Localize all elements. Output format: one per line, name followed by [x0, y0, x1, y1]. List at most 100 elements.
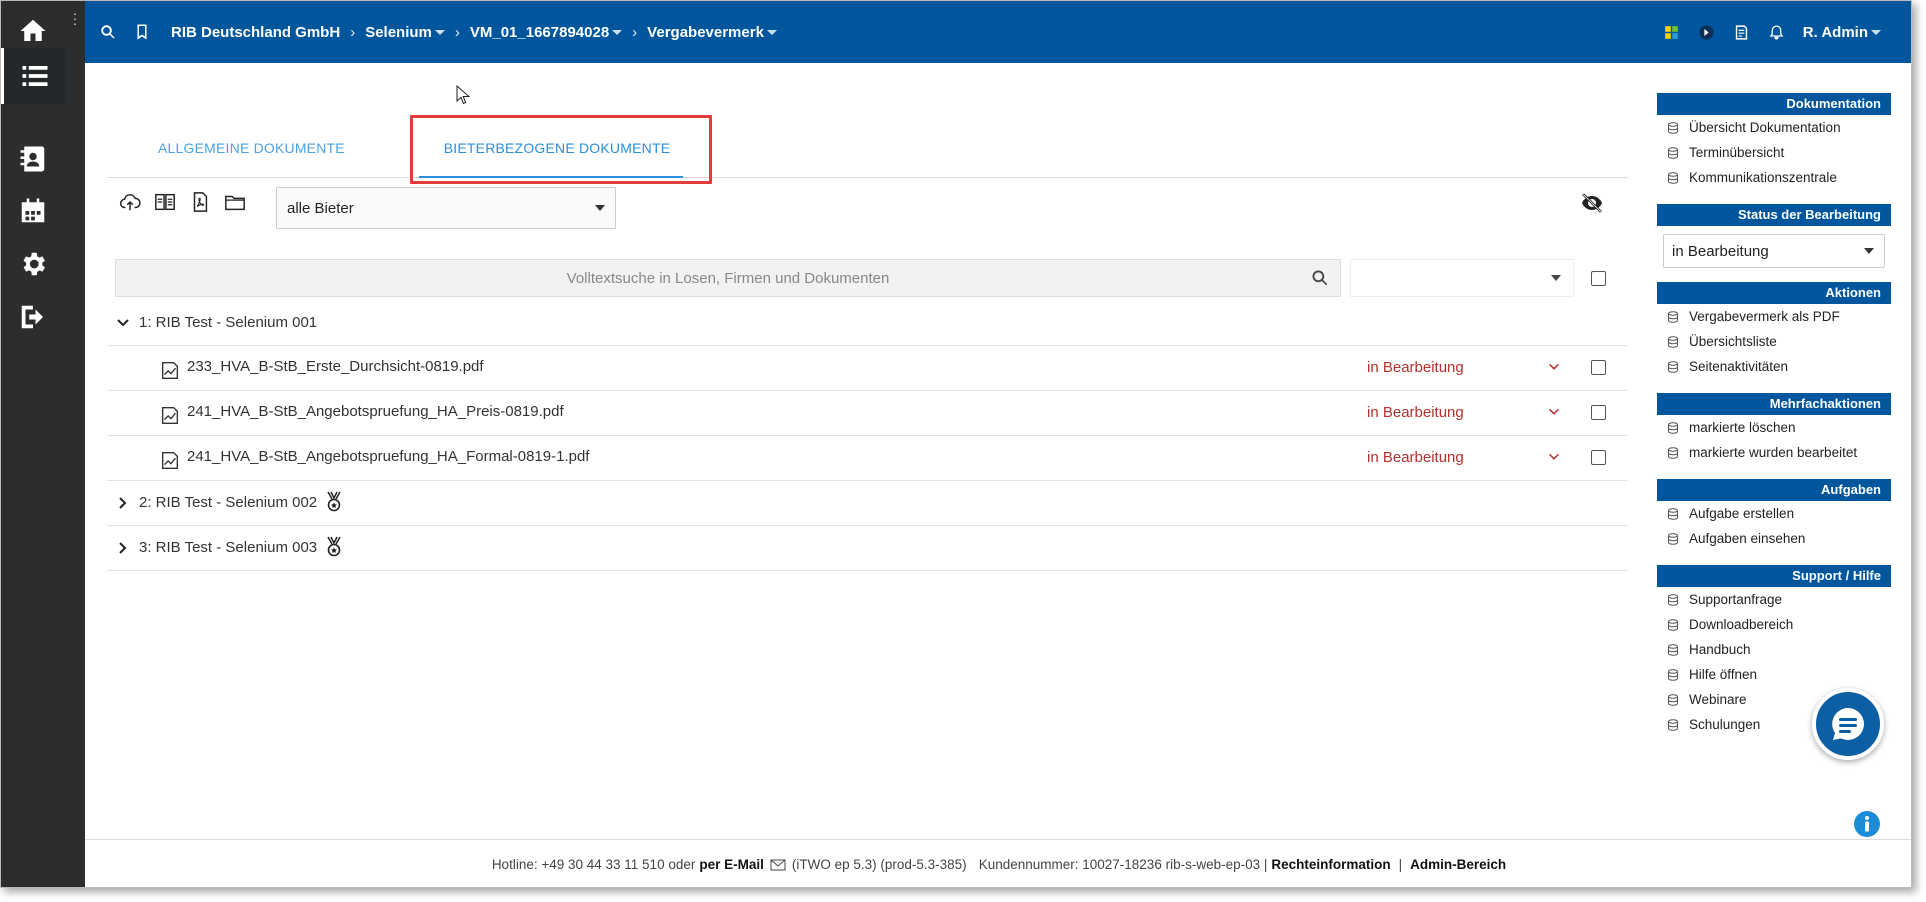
document-name[interactable]: 233_HVA_B-StB_Erste_Durchsicht-0819.pdf: [187, 358, 484, 375]
database-icon: [1668, 693, 1678, 706]
footer-legal-link[interactable]: Rechteinformation: [1271, 857, 1390, 872]
database-icon: [1668, 593, 1678, 606]
sidebar-item-mark-processed[interactable]: markierte wurden bearbeitet: [1657, 440, 1891, 465]
sidebar-item-manual[interactable]: Handbuch: [1657, 637, 1891, 662]
active-tab-indicator: [419, 176, 683, 178]
document-tree: 1: RIB Test - Selenium 001 233_HVA_B-StB…: [107, 301, 1628, 571]
document-status[interactable]: in Bearbeitung: [1367, 359, 1464, 376]
pdf-button[interactable]: [189, 191, 211, 217]
document-chart-icon: [161, 406, 179, 424]
document-status[interactable]: in Bearbeitung: [1367, 404, 1464, 421]
folder-icon: [225, 195, 245, 211]
tab-general-documents[interactable]: ALLGEMEINE DOKUMENTE: [158, 118, 345, 178]
status-filter-select[interactable]: [1350, 259, 1574, 297]
breadcrumb-page[interactable]: Vergabevermerk: [647, 24, 777, 41]
sidebar-item-export-pdf[interactable]: Vergabevermerk als PDF: [1657, 304, 1891, 329]
toggle-visibility-button[interactable]: [1580, 191, 1604, 219]
tab-bidder-label: BIETERBEZOGENE DOKUMENTE: [443, 140, 671, 156]
address-book-icon: [20, 146, 45, 172]
row-checkbox[interactable]: [1591, 360, 1606, 375]
footer-hotline: Hotline: +49 30 44 33 11 510 oder: [491, 857, 696, 872]
database-icon: [1668, 618, 1678, 631]
notes-icon[interactable]: [1733, 24, 1750, 41]
breadcrumb-org[interactable]: RIB Deutschland GmbH: [171, 24, 340, 41]
footer: Hotline: +49 30 44 33 11 510 oder per E-…: [85, 839, 1911, 887]
logout-icon: [21, 305, 43, 329]
chat-bubble-icon: [1832, 708, 1864, 740]
breadcrumb-separator: ›: [350, 23, 356, 41]
caret-down-icon: [1551, 275, 1561, 281]
upload-button[interactable]: [119, 191, 141, 217]
folder-button[interactable]: [224, 191, 246, 217]
processing-status-value: in Bearbeitung: [1672, 242, 1769, 260]
database-icon: [1668, 171, 1678, 184]
sidebar-item-schedule-overview[interactable]: Terminübersicht: [1657, 140, 1891, 165]
group-label: 3: RIB Test - Selenium 003: [139, 539, 318, 556]
breadcrumb-project[interactable]: Selenium: [365, 24, 445, 41]
footer-admin-link[interactable]: Admin-Bereich: [1410, 857, 1506, 872]
database-icon: [1668, 532, 1678, 545]
caret-down-icon: [595, 205, 605, 211]
bookmark-icon[interactable]: [133, 23, 151, 41]
sidebar-item-view-tasks[interactable]: Aufgaben einsehen: [1657, 526, 1891, 551]
document-row[interactable]: 241_HVA_B-StB_Angebotspruefung_HA_Preis-…: [107, 391, 1628, 436]
document-row[interactable]: 241_HVA_B-StB_Angebotspruefung_HA_Formal…: [107, 436, 1628, 481]
sidebar-item-support-request[interactable]: Supportanfrage: [1657, 587, 1891, 612]
settings-nav[interactable]: [1, 234, 65, 294]
info-icon[interactable]: [1853, 810, 1881, 838]
calendar-nav[interactable]: [1, 181, 65, 241]
database-icon: [1668, 121, 1678, 134]
sidebar-item-download-area[interactable]: Downloadbereich: [1657, 612, 1891, 637]
sidebar-item-open-help[interactable]: Hilfe öffnen: [1657, 662, 1891, 687]
row-checkbox[interactable]: [1591, 405, 1606, 420]
award-medal-icon: [327, 491, 341, 512]
group-row[interactable]: 2: RIB Test - Selenium 002: [107, 481, 1628, 526]
eye-off-icon: [1582, 193, 1602, 213]
select-all-checkbox[interactable]: [1591, 271, 1606, 286]
breadcrumb-procedure[interactable]: VM_01_1667894028: [470, 24, 623, 41]
breadcrumb: RIB Deutschland GmbH › Selenium › VM_01_…: [171, 24, 777, 41]
chevron-right-icon[interactable]: [115, 540, 131, 556]
chevron-down-icon[interactable]: [115, 315, 131, 331]
sidebar-item-delete-marked[interactable]: markierte löschen: [1657, 415, 1891, 440]
bell-icon[interactable]: [1768, 24, 1785, 41]
apps-icon[interactable]: [1663, 24, 1680, 41]
document-name[interactable]: 241_HVA_B-StB_Angebotspruefung_HA_Preis-…: [187, 403, 564, 420]
breadcrumb-separator: ›: [454, 23, 460, 41]
chevron-down-icon[interactable]: [1547, 360, 1561, 374]
database-icon: [1668, 643, 1678, 656]
bidder-filter-select[interactable]: alle Bieter: [276, 187, 616, 229]
document-status[interactable]: in Bearbeitung: [1367, 449, 1464, 466]
forward-icon[interactable]: [1698, 24, 1715, 41]
user-menu[interactable]: R. Admin: [1803, 24, 1881, 41]
chevron-down-icon[interactable]: [1547, 405, 1561, 419]
breadcrumb-separator: ›: [632, 23, 638, 41]
compare-button[interactable]: [154, 191, 176, 217]
tab-bidder-documents[interactable]: BIETERBEZOGENE DOKUMENTE: [415, 118, 699, 178]
document-chart-icon: [161, 361, 179, 379]
group-row[interactable]: 1: RIB Test - Selenium 001: [107, 301, 1628, 346]
chevron-right-icon[interactable]: [115, 495, 131, 511]
search-icon[interactable]: [99, 23, 117, 41]
logout-nav[interactable]: [1, 287, 65, 347]
row-checkbox[interactable]: [1591, 450, 1606, 465]
sidebar-item-overview-list[interactable]: Übersichtsliste: [1657, 329, 1891, 354]
document-row[interactable]: 233_HVA_B-StB_Erste_Durchsicht-0819.pdf …: [107, 346, 1628, 391]
list-nav[interactable]: [1, 48, 65, 104]
contacts-nav[interactable]: [1, 129, 65, 189]
footer-email-link[interactable]: per E-Mail: [699, 857, 764, 872]
fulltext-search-input[interactable]: Volltextsuche in Losen, Firmen und Dokum…: [115, 259, 1341, 297]
group-row[interactable]: 3: RIB Test - Selenium 003: [107, 526, 1628, 571]
search-icon[interactable]: [1310, 268, 1330, 288]
sidebar-item-communication-center[interactable]: Kommunikationszentrale: [1657, 165, 1891, 190]
rail-menu-dots[interactable]: · · ·: [71, 6, 79, 30]
sidebar-item-overview-documentation[interactable]: Übersicht Dokumentation: [1657, 115, 1891, 140]
group-label: 1: RIB Test - Selenium 001: [139, 314, 318, 331]
document-name[interactable]: 241_HVA_B-StB_Angebotspruefung_HA_Formal…: [187, 448, 589, 465]
chat-button[interactable]: [1812, 688, 1884, 760]
sidebar-item-page-activities[interactable]: Seitenaktivitäten: [1657, 354, 1891, 379]
processing-status-select[interactable]: in Bearbeitung: [1663, 234, 1885, 268]
chevron-down-icon[interactable]: [1547, 450, 1561, 464]
document-toolbar: [119, 191, 246, 217]
sidebar-item-create-task[interactable]: Aufgabe erstellen: [1657, 501, 1891, 526]
